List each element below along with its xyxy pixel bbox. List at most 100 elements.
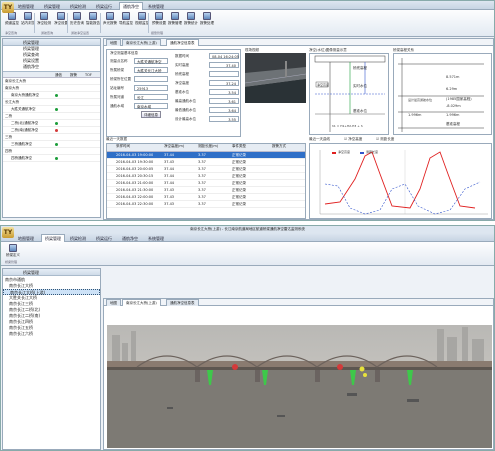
device-row[interactable]: 四桥: [3, 148, 100, 155]
device-row[interactable]: 二桥(南)通航净空: [3, 127, 100, 134]
ribbon-icon: [138, 12, 146, 20]
data-row[interactable]: 2016-04-03 21:30:00 37.43 3.37 正常记录: [107, 187, 305, 194]
measure-value: 08-04 16:24:05: [209, 53, 239, 59]
data-row[interactable]: 2016-04-03 20:30:15 37.44 3.37 正常记录: [107, 173, 305, 180]
field-label: 所属桥梁: [110, 68, 124, 72]
field-value: 25913: [134, 85, 168, 91]
menu-tab-3[interactable]: 桥梁运行: [93, 3, 115, 10]
ribbon-button-2[interactable]: 净空检测: [36, 12, 52, 31]
top-ribbon: 频道监控 站内浏览 净空检测 净空设置 历史查询 智能报告 声光报警 导航监控 视频监控 预警设置…: [1, 10, 494, 37]
field-value: [134, 76, 168, 82]
legend-distance: 测距长度: [366, 150, 379, 154]
bottom-main-panel: 地图 南京长江大桥(上游) 通航净空信息表: [103, 298, 494, 450]
ribbon-button-6[interactable]: 声光报警: [102, 12, 118, 31]
device-row[interactable]: 四桥通航净空: [3, 155, 100, 162]
curve-check-distance[interactable]: ☑ 测距长度: [376, 137, 394, 142]
device-row[interactable]: 南京大桥通航净空: [3, 92, 100, 99]
live-video[interactable]: [245, 53, 306, 103]
curve-check-clearance[interactable]: ☑ 净空高度: [344, 137, 362, 142]
status-dot-icon: [55, 143, 58, 146]
elevation-diagram: 8.571m 6.29m (1985国家高程) -8.029m 1.996m 1…: [393, 53, 492, 135]
bottom-window: TY 南京长江大桥(上游) - 长江南京航道局地区航道桥梁通航净空雷达监测系统 …: [0, 225, 495, 451]
panel-tab-0[interactable]: 地图: [106, 299, 121, 306]
ribbon-button-0[interactable]: 频道监控: [4, 12, 20, 31]
data-row[interactable]: 2016-04-03 22:30:00 37.43 3.37 正常记录: [107, 201, 305, 208]
menu-tab-b-0[interactable]: 地图管理: [15, 235, 37, 242]
data-row[interactable]: 2016-04-03 21:00:00 37.44 3.37 正常记录: [107, 180, 305, 187]
field-label: 站址编号: [110, 86, 124, 90]
curve-title: 最近一天曲线: [309, 137, 330, 141]
status-dot-icon: [55, 94, 58, 97]
bridge-icon: [9, 244, 17, 252]
device-row[interactable]: 二桥(北)通航净空: [3, 120, 100, 127]
device-row[interactable]: 三桥通航净空: [3, 141, 100, 148]
menu-tab-1[interactable]: 桥梁管理: [41, 3, 63, 10]
field-value: 大胜关长江大桥: [134, 67, 168, 73]
info-title: 净空测量基本信息: [110, 51, 138, 55]
measure-value: 3.54: [209, 89, 239, 95]
top-sidebar: 桥梁管理 桥梁管理 桥梁查询 桥梁设置 通航净空 通信 报警 TOF 南京长江大桥 南京…: [2, 38, 101, 218]
group-separator: [100, 13, 101, 33]
measure-label: 最低通航水位: [175, 108, 196, 112]
video-frame: [245, 53, 306, 103]
field-label: 所属河道: [110, 95, 124, 99]
diagram-formula: h1 = H1+H2-H3 + h: [332, 124, 363, 128]
bridge-scene: [107, 325, 492, 448]
panel-tab-2[interactable]: 通航净空信息表: [166, 39, 199, 46]
top-main-panel: 地图 南京长江大桥(上游) 通航净空信息表 净空测量基本信息 测量点名称 大胜关通航净…: [103, 38, 494, 220]
measure-value: [209, 71, 239, 77]
menu-tab-2[interactable]: 桥梁检测: [67, 3, 89, 10]
data-row[interactable]: 2016-04-03 19:00:00 37.44 3.37 正常记录: [107, 152, 305, 159]
data-row[interactable]: 2016-04-03 19:30:00 37.43 3.37 正常记录: [107, 159, 305, 166]
device-row[interactable]: 南京长江大桥: [3, 78, 100, 85]
window-title: 南京长江大桥(上游) - 长江南京航道局地区航道桥梁通航净空雷达监测系统: [1, 226, 494, 233]
measure-value: 3.55: [209, 116, 239, 122]
ribbon-icon: [89, 12, 97, 20]
menu-tab-b-4[interactable]: 通航净空: [119, 235, 141, 242]
device-row[interactable]: 南京大桥: [3, 85, 100, 92]
ribbon-button-5[interactable]: 智能报告: [85, 12, 101, 31]
ribbon-icon: [122, 12, 130, 20]
group-separator: [148, 13, 149, 33]
ribbon-icon: [106, 12, 114, 20]
sidebar-header: 桥梁管理: [3, 39, 100, 46]
menu-tab-b-3[interactable]: 桥梁运行: [93, 235, 115, 242]
ribbon-icon: [24, 12, 32, 20]
device-row[interactable]: 二桥: [3, 113, 100, 120]
ribbon-button-12[interactable]: 报警处理: [199, 12, 215, 31]
field-value: 南京水域: [134, 103, 168, 109]
device-row[interactable]: 长江大桥: [3, 99, 100, 106]
ribbon-icon: [73, 12, 81, 20]
menu-tab-4[interactable]: 通航净空: [119, 2, 143, 10]
ribbon-button-9[interactable]: 预警设置: [151, 12, 167, 31]
app-logo-2: TY: [2, 227, 14, 238]
data-row[interactable]: 2016-04-03 20:00:05 37.44 3.37 正常记录: [107, 166, 305, 173]
menu-tab-0[interactable]: 地图管理: [15, 3, 37, 10]
group-separator: [67, 13, 68, 33]
panel-tab-2[interactable]: 通航净空信息表: [166, 299, 199, 306]
panel-tab-1[interactable]: 南京长江大桥(上游): [122, 299, 161, 306]
status-dot-icon: [55, 122, 58, 125]
panel-tab-1[interactable]: 南京长江大桥(上游): [122, 39, 161, 46]
ribbon-icon: [171, 12, 179, 20]
device-row[interactable]: 大胜关通航净空: [3, 106, 100, 113]
ribbon-button-10[interactable]: 报警管理: [167, 12, 183, 31]
field-value: 长江: [134, 94, 168, 100]
bridge-tree-item[interactable]: 南京长江六桥: [3, 331, 100, 337]
ribbon-button-4[interactable]: 历史查询: [69, 12, 85, 31]
menu-tab-b-1[interactable]: 桥梁管理: [41, 234, 65, 242]
measure-label: 净空高度: [175, 81, 189, 85]
status-dot-icon: [55, 108, 58, 111]
sidebar-header-2: 桥梁管理: [3, 269, 100, 276]
menu-tab-b-5[interactable]: 系统管理: [145, 235, 167, 242]
panel-tab-0[interactable]: 地图: [106, 39, 121, 46]
detail-button[interactable]: 详细信息: [141, 111, 161, 118]
list-title: 最近一天数据: [106, 137, 127, 141]
bridge-camera-view[interactable]: [107, 325, 492, 448]
ribbon-button-11[interactable]: 报警统计: [183, 12, 199, 31]
ribbon-button-7[interactable]: 导航监控: [118, 12, 134, 31]
data-row[interactable]: 2016-04-03 22:00:00 37.43 3.37 正常记录: [107, 194, 305, 201]
menu-tab-b-2[interactable]: 桥梁检测: [67, 235, 89, 242]
device-row[interactable]: 三桥: [3, 134, 100, 141]
menu-tab-5[interactable]: 系统管理: [145, 3, 167, 10]
